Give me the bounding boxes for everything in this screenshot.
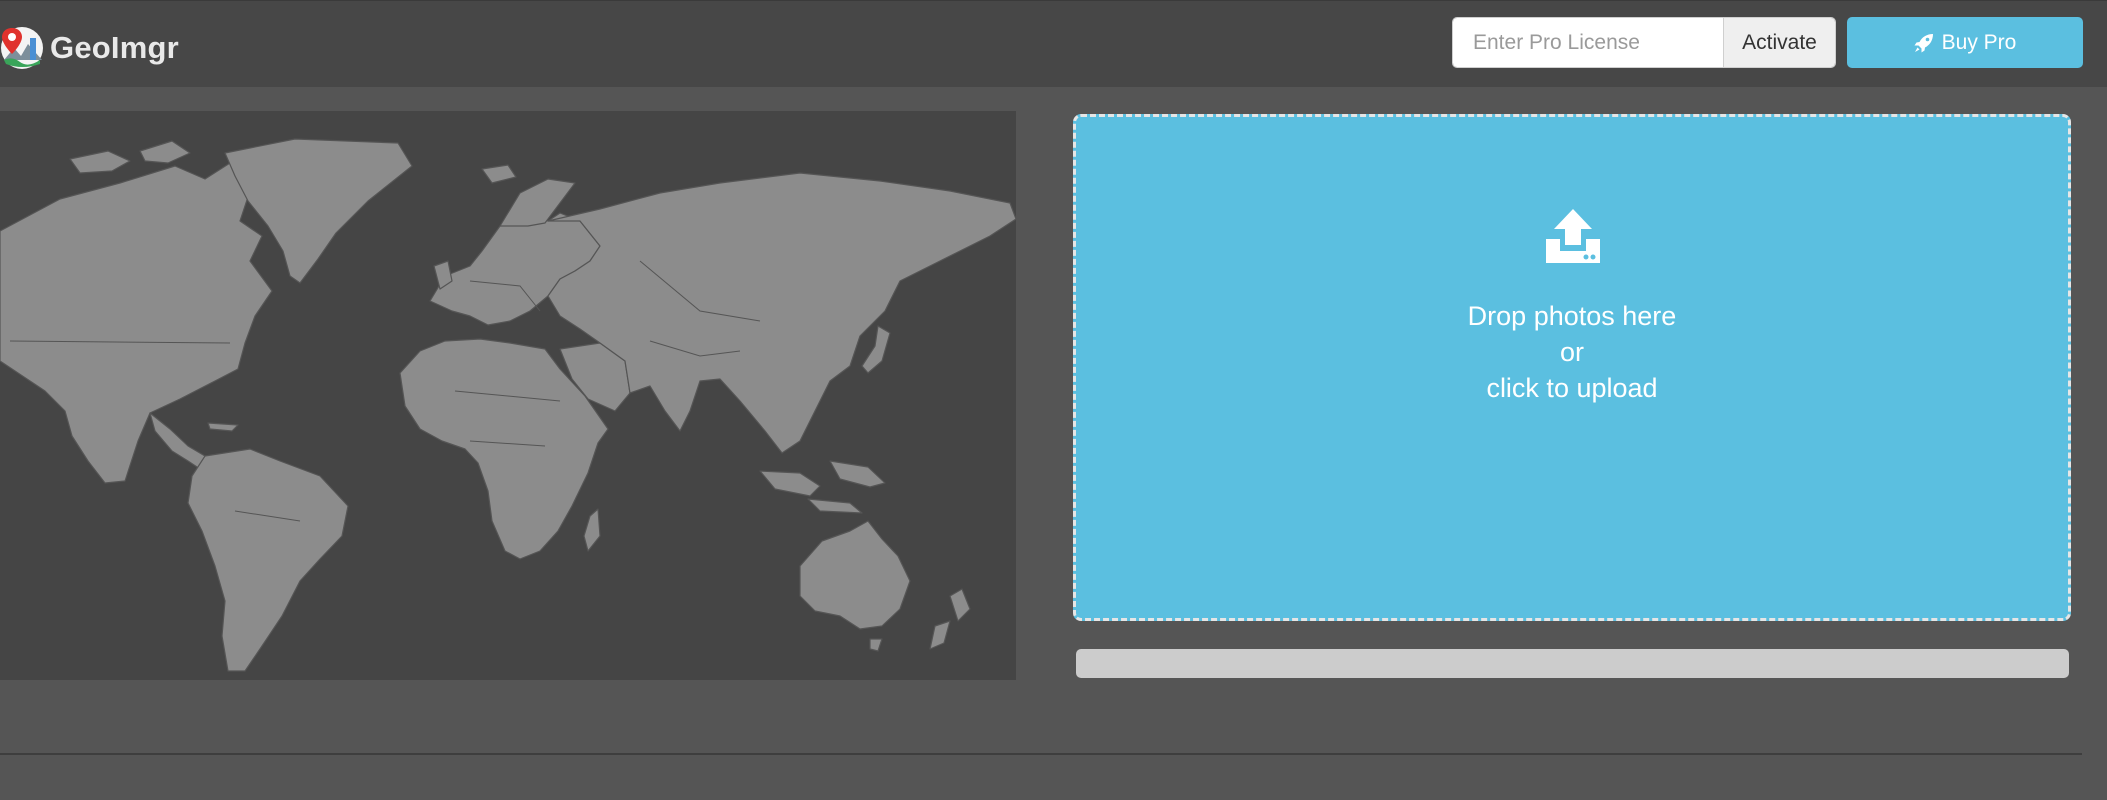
photo-dropzone[interactable]: Drop photos here or click to upload	[1073, 114, 2071, 621]
activate-button[interactable]: Activate	[1723, 18, 1835, 67]
page: GeoImgr Activate Buy Pro	[0, 0, 2107, 800]
dropzone-line-2: or	[1559, 337, 1584, 367]
upload-progress-bar	[1076, 649, 2069, 678]
buy-pro-button[interactable]: Buy Pro	[1847, 17, 2083, 68]
top-bar: GeoImgr Activate Buy Pro	[0, 0, 2107, 87]
world-map[interactable]	[0, 111, 1016, 680]
license-form: Activate	[1452, 17, 1836, 68]
buy-pro-label: Buy Pro	[1941, 30, 2017, 54]
map-pin-logo-icon	[1, 27, 43, 69]
upload-icon	[1546, 209, 1600, 263]
app-name: GeoImgr	[50, 30, 179, 65]
world-map-svg	[0, 138, 1016, 672]
divider	[0, 753, 2082, 755]
brand[interactable]: GeoImgr	[0, 25, 179, 71]
dropzone-line-3: click to upload	[1486, 373, 1658, 403]
license-input[interactable]	[1453, 18, 1723, 67]
dropzone-line-1: Drop photos here	[1467, 301, 1677, 331]
rocket-icon	[1914, 33, 1933, 52]
